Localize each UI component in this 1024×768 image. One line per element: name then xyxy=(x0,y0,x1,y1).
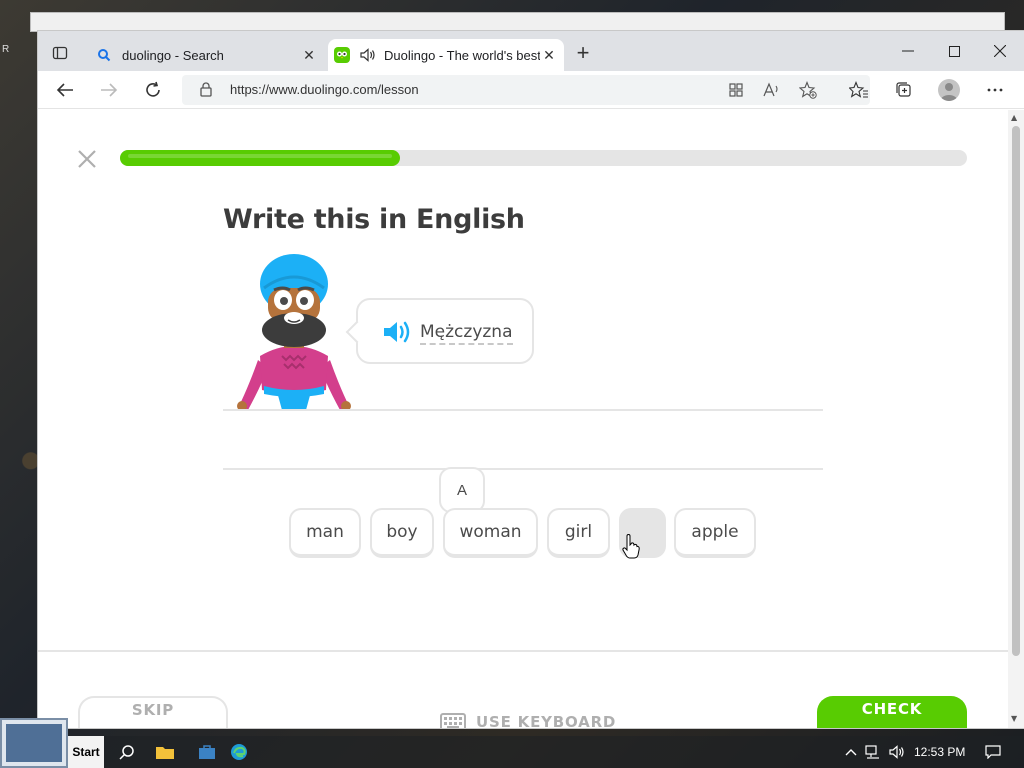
keyboard-icon xyxy=(440,713,466,728)
check-button[interactable]: CHECK xyxy=(817,696,967,728)
edge-browser-icon[interactable] xyxy=(228,742,250,762)
word-button-man[interactable]: man xyxy=(289,508,361,558)
taskbar-search-icon[interactable] xyxy=(116,742,138,762)
word-button-apple[interactable]: apple xyxy=(674,508,756,558)
character-illustration xyxy=(237,254,351,410)
tray-chevron-icon[interactable] xyxy=(842,744,860,760)
word-button-woman[interactable]: woman xyxy=(443,508,538,558)
taskbar-clock[interactable]: 12:53 PM xyxy=(914,745,965,759)
scroll-up-icon[interactable]: ▲ xyxy=(1011,113,1017,122)
word-button-girl[interactable]: girl xyxy=(547,508,610,558)
notifications-icon[interactable] xyxy=(984,744,1002,760)
network-icon[interactable] xyxy=(864,744,882,760)
start-button[interactable]: Start xyxy=(68,736,104,768)
hand-cursor-icon xyxy=(622,534,640,559)
hint-tooltip: A xyxy=(439,467,485,513)
scrollbar-thumb[interactable] xyxy=(1012,126,1020,656)
answer-line-bottom xyxy=(223,468,823,470)
use-keyboard-label: USE KEYBOARD xyxy=(476,713,617,728)
answer-line-top xyxy=(223,409,823,411)
speaker-icon[interactable] xyxy=(382,320,412,348)
start-thumbnail[interactable] xyxy=(0,718,68,768)
lesson-page: Write this in English Mężczyzna A man bo… xyxy=(38,110,1008,728)
prompt-bubble: Mężczyzna xyxy=(356,298,534,364)
scroll-down-icon[interactable]: ▼ xyxy=(1011,714,1017,723)
file-explorer-icon[interactable] xyxy=(154,742,176,762)
volume-icon[interactable] xyxy=(888,744,906,760)
word-button-boy[interactable]: boy xyxy=(370,508,434,558)
skip-button[interactable]: SKIP xyxy=(78,696,228,728)
lesson-progress-bar xyxy=(120,150,967,166)
page-title: Write this in English xyxy=(223,204,525,235)
progress-fill xyxy=(120,150,400,166)
close-icon xyxy=(78,150,96,168)
close-lesson-button[interactable] xyxy=(76,148,98,170)
store-icon[interactable] xyxy=(196,742,218,762)
page-scrollbar[interactable]: ▲ ▼ xyxy=(1008,110,1024,728)
prompt-word[interactable]: Mężczyzna xyxy=(420,322,513,345)
background-window xyxy=(30,12,1005,32)
page-viewport: Write this in English Mężczyzna A man bo… xyxy=(38,31,1024,728)
desktop-label-fragment: R xyxy=(2,44,10,55)
footer-divider xyxy=(38,650,1008,652)
use-keyboard-button[interactable]: USE KEYBOARD xyxy=(440,710,616,728)
